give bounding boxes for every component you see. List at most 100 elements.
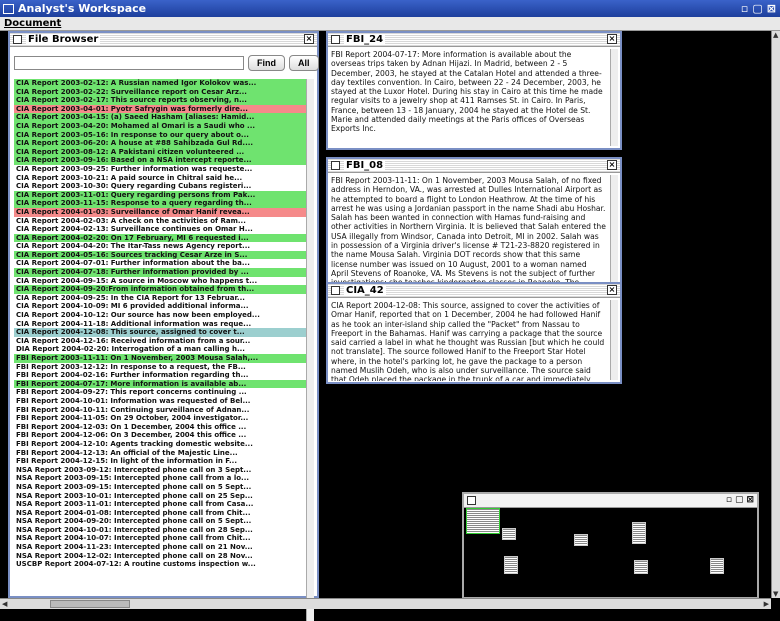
window-menu-icon[interactable] <box>331 286 340 295</box>
find-button[interactable]: Find <box>248 55 285 71</box>
list-item[interactable]: FBI Report 2004-10-01: Information was r… <box>14 397 314 406</box>
list-item[interactable]: NSA Report 2003-10-01: Intercepted phone… <box>14 492 314 501</box>
close-icon[interactable]: × <box>607 285 617 295</box>
list-item[interactable]: CIA Report 2004-09-15: A source in Mosco… <box>14 277 314 286</box>
file-browser-titlebar[interactable]: File Browser × <box>10 33 317 47</box>
list-item[interactable]: CIA Report 2004-04-20: The Itar-Tass new… <box>14 242 314 251</box>
list-item[interactable]: CIA Report 2004-07-18: Further informati… <box>14 268 314 277</box>
list-item[interactable]: CIA Report 2004-02-20: On 17 February, M… <box>14 233 314 243</box>
list-item[interactable]: CIA Report 2003-02-17: This source repor… <box>14 96 314 105</box>
doc-titlebar[interactable]: FBI_08 × <box>328 159 620 173</box>
list-item[interactable]: CIA Report 2004-09-20:From information o… <box>14 285 314 294</box>
doc-titlebar[interactable]: FBI_24 × <box>328 33 620 47</box>
list-item[interactable]: CIA Report 2003-08-12: A Pakistani citiz… <box>14 147 314 157</box>
list-item[interactable]: NSA Report 2003-09-15: Intercepted phone… <box>14 483 314 492</box>
desktop-hscrollbar[interactable]: ◀ ▶ <box>0 598 771 609</box>
list-item[interactable]: FBI Report 2004-12-06: On 3 December, 20… <box>14 431 314 440</box>
list-item[interactable]: USCBP Report 2004-07-12: A routine custo… <box>14 560 314 569</box>
list-item[interactable]: NSA Report 2003-09-15: Intercepted phone… <box>14 474 314 483</box>
list-item[interactable]: CIA Report 2004-07-01: Further informati… <box>14 259 314 268</box>
list-item[interactable]: NSA Report 2004-12-02: Intercepted phone… <box>14 552 314 561</box>
list-item[interactable]: CIA Report 2004-11-18: Additional inform… <box>14 320 314 329</box>
list-item[interactable]: CIA Report 2004-02-13: Surveillance cont… <box>14 225 314 234</box>
desktop-vscrollbar[interactable]: ▲ ▼ <box>771 31 780 598</box>
overview-viewport[interactable] <box>466 508 500 534</box>
list-item[interactable]: CIA Report 2003-04-15: (a) Saeed Hasham … <box>14 113 314 122</box>
doc-scrollbar[interactable] <box>610 300 618 380</box>
window-menu-icon[interactable] <box>331 161 340 170</box>
list-item[interactable]: FBI Report 2004-12-10: Agents tracking d… <box>14 440 314 449</box>
list-item[interactable]: CIA Report 2004-01-03: Surveillance of O… <box>14 207 314 217</box>
close-icon[interactable]: × <box>607 34 617 44</box>
list-item[interactable]: NSA Report 2004-10-07: Intercepted phone… <box>14 534 314 543</box>
list-item[interactable]: FBI Report 2004-12-13: An official of th… <box>14 449 314 458</box>
scroll-right-icon[interactable]: ▶ <box>764 600 769 608</box>
list-item[interactable]: CIA Report 2004-09-25: In the CIA Report… <box>14 294 314 303</box>
overview-node[interactable] <box>574 534 588 546</box>
search-input[interactable] <box>14 56 244 70</box>
list-item[interactable]: CIA Report 2003-04-01: Pyotr Safrygin wa… <box>14 104 314 114</box>
scroll-left-icon[interactable]: ◀ <box>2 600 7 608</box>
doc-scrollbar[interactable] <box>610 175 618 299</box>
overview-node[interactable] <box>710 558 724 574</box>
list-item[interactable]: CIA Report 2003-04-20: Mohamed al Omari … <box>14 121 314 131</box>
list-item[interactable]: FBI Report 2003-11-11: On 1 November, 20… <box>14 354 314 363</box>
maximize-icon[interactable]: ▢ <box>752 2 762 15</box>
all-button[interactable]: All <box>289 55 319 71</box>
list-item[interactable]: FBI Report 2004-09-27: This report conce… <box>14 388 314 397</box>
list-item[interactable]: CIA Report 2004-12-16: Received informat… <box>14 337 314 346</box>
window-menu-icon[interactable] <box>13 35 22 44</box>
overview-titlebar[interactable]: ▫ ▢ ⊠ <box>464 494 757 508</box>
list-item[interactable]: CIA Report 2003-09-16: Based on a NSA in… <box>14 156 314 165</box>
hscroll-thumb[interactable] <box>50 600 130 608</box>
close-icon[interactable]: × <box>304 34 314 44</box>
close-icon[interactable]: ⊠ <box>746 495 754 505</box>
maximize-icon[interactable]: ▢ <box>735 495 744 505</box>
list-item[interactable]: FBI Report 2003-12-12: In response to a … <box>14 363 314 372</box>
list-item[interactable]: CIA Report 2004-10-09: MI 6 provided add… <box>14 302 314 311</box>
list-item[interactable]: CIA Report 2003-11-15: Response to a que… <box>14 199 314 208</box>
list-item[interactable]: CIA Report 2004-10-12: Our source has no… <box>14 311 314 320</box>
window-menu-icon[interactable] <box>331 35 340 44</box>
doc-scrollbar[interactable] <box>610 49 618 146</box>
minimize-icon[interactable]: ▫ <box>726 495 732 505</box>
list-scrollbar[interactable] <box>306 79 314 621</box>
list-item[interactable]: NSA Report 2004-09-20: Intercepted phone… <box>14 517 314 526</box>
list-item[interactable]: FBI Report 2004-12-15: In light of the i… <box>14 457 314 466</box>
overview-node[interactable] <box>504 556 518 574</box>
list-item[interactable]: NSA Report 2004-11-23: Intercepted phone… <box>14 543 314 552</box>
overview-node[interactable] <box>502 528 516 540</box>
list-item[interactable]: NSA Report 2003-11-01: Intercepted phone… <box>14 500 314 509</box>
list-item[interactable]: CIA Report 2003-10-21: A paid source in … <box>14 174 314 183</box>
scroll-up-icon[interactable]: ▲ <box>773 31 778 39</box>
scroll-down-icon[interactable]: ▼ <box>773 590 778 598</box>
list-item[interactable]: NSA Report 2004-10-01: Intercepted phone… <box>14 526 314 535</box>
menu-document[interactable]: Document <box>4 18 61 29</box>
list-item[interactable]: CIA Report 2004-12-08: This source, assi… <box>14 328 314 337</box>
minimize-icon[interactable]: ▫ <box>741 2 748 15</box>
list-item[interactable]: FBI Report 2004-10-11: Continuing survei… <box>14 406 314 415</box>
list-item[interactable]: NSA Report 2004-01-08: Intercepted phone… <box>14 509 314 518</box>
list-item[interactable]: CIA Report 2003-02-22: Surveillance repo… <box>14 87 314 97</box>
list-item[interactable]: DIA Report 2004-02-20: Interrogation of … <box>14 345 314 354</box>
list-item[interactable]: CIA Report 2003-02-12: A Russian named I… <box>14 79 314 88</box>
list-item[interactable]: CIA Report 2003-06-20: A house at #88 Sa… <box>14 139 314 148</box>
overview-node[interactable] <box>632 522 646 544</box>
list-item[interactable]: FBI Report 2004-11-05: On 29 October, 20… <box>14 414 314 423</box>
list-item[interactable]: FBI Report 2004-12-03: On 1 December, 20… <box>14 423 314 432</box>
window-menu-icon[interactable] <box>467 496 476 505</box>
list-item[interactable]: CIA Report 2003-05-16: In response to ou… <box>14 130 314 140</box>
list-item[interactable]: CIA Report 2003-10-30: Query regarding C… <box>14 182 314 191</box>
list-item[interactable]: CIA Report 2004-05-16: Sources tracking … <box>14 250 314 260</box>
list-item[interactable]: NSA Report 2003-09-12: Intercepted phone… <box>14 466 314 475</box>
list-item[interactable]: CIA Report 2004-02-03: A check on the ac… <box>14 217 314 226</box>
doc-titlebar[interactable]: CIA_42 × <box>328 284 620 298</box>
list-item[interactable]: CIA Report 2003-11-01: Query regarding p… <box>14 190 314 200</box>
close-icon[interactable]: ⊠ <box>767 2 776 15</box>
overview-node[interactable] <box>634 560 648 574</box>
list-item[interactable]: CIA Report 2003-09-25: Further informati… <box>14 165 314 174</box>
list-item[interactable]: FBI Report 2004-07-17: More information … <box>14 379 314 389</box>
list-item[interactable]: FBI Report 2004-02-16: Further informati… <box>14 371 314 380</box>
app-title: Analyst's Workspace <box>18 2 147 15</box>
close-icon[interactable]: × <box>607 160 617 170</box>
